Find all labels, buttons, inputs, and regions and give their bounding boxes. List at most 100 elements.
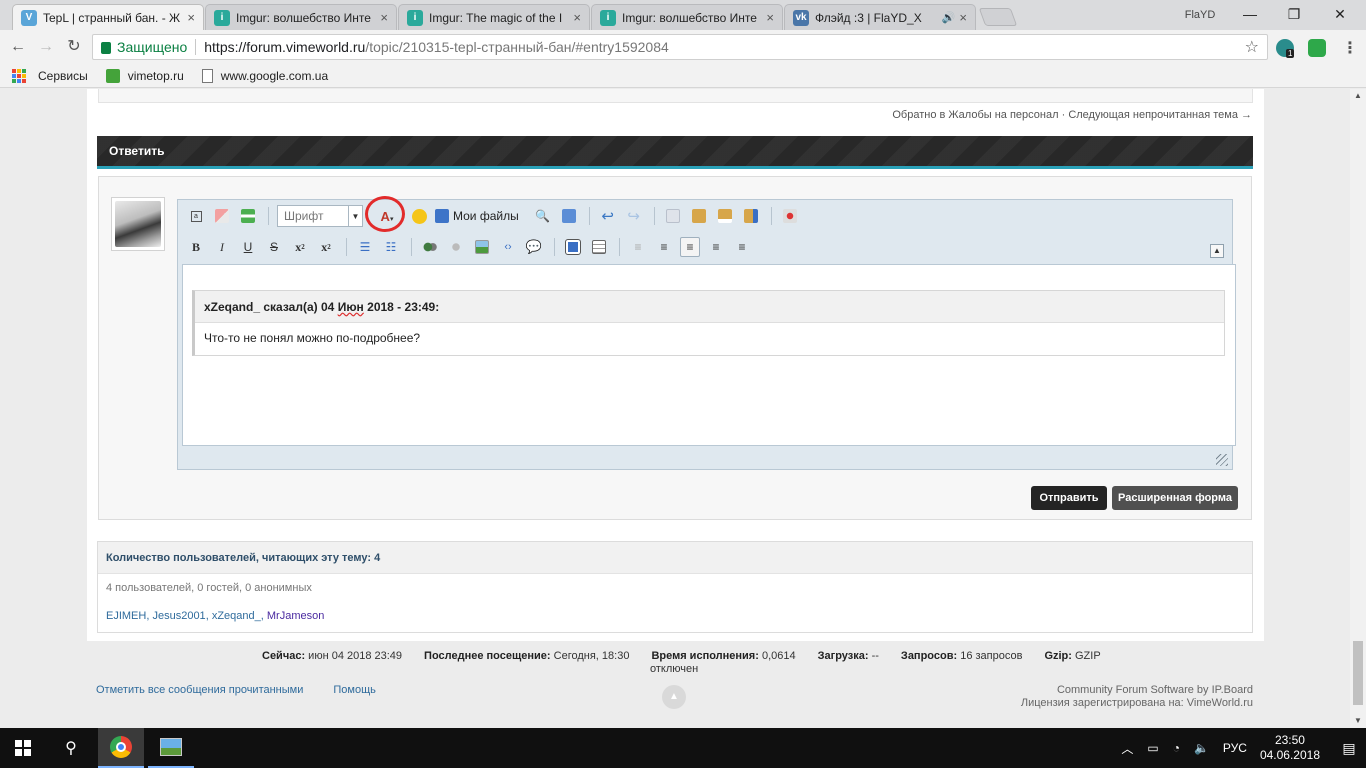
remove-format-icon[interactable] [780,206,800,226]
software-credit[interactable]: Community Forum Software by IP.Board [1021,684,1253,697]
align-right-icon[interactable]: ≡ [732,237,752,257]
my-files-button[interactable]: Мои файлы [435,209,519,223]
minimize-icon[interactable]: — [1230,4,1270,24]
outdent-icon[interactable]: ≡ [628,237,648,257]
url-host: https://forum.vimeworld.ru [204,39,366,55]
taskbar-image-viewer[interactable] [148,728,194,768]
scroll-to-top-icon[interactable]: ▲ [662,685,686,709]
notification-icon[interactable]: ▤ [1332,728,1366,768]
close-tab-icon[interactable]: × [573,10,581,25]
smiley-icon[interactable] [409,206,429,226]
tab-title: Imgur: волшебство Инте [622,10,757,25]
user-link[interactable]: xZeqand_ [212,610,261,622]
subscript-icon[interactable]: x2 [290,237,310,257]
restore-icon[interactable]: ❐ [1274,4,1314,24]
source-icon[interactable]: a [186,206,206,226]
tab-title: Imgur: The magic of the I [429,10,563,25]
paste-word-icon[interactable] [741,206,761,226]
tab-imgur-3[interactable]: i Imgur: волшебство Инте × [591,4,783,30]
close-tab-icon[interactable]: × [380,10,388,25]
unlink-icon[interactable] [446,237,466,257]
shield-icon[interactable] [1308,39,1326,57]
battery-icon[interactable]: ▭ [1147,741,1158,755]
close-tab-icon[interactable]: × [766,10,774,25]
spoiler-icon[interactable] [563,237,583,257]
user-link[interactable]: MrJameson [267,610,324,622]
user-link[interactable]: Jesus2001 [152,610,205,622]
menu-icon[interactable]: ⋮ [1342,38,1358,58]
tab-imgur-2[interactable]: i Imgur: The magic of the I × [398,4,590,30]
tray-chevron-icon[interactable]: ︿ [1121,740,1133,757]
taskbar-chrome[interactable] [98,728,144,768]
bookmark-star-icon[interactable]: ☆ [1245,37,1259,57]
close-tab-icon[interactable]: × [187,10,195,25]
bold-icon[interactable]: B [186,237,206,257]
new-tab-button[interactable] [978,8,1018,26]
tab-vk[interactable]: vk Флэйд :3 | FlaYD_X 🔊 × [784,4,976,30]
stat-label: Загрузка: [817,650,869,662]
close-window-icon[interactable]: ✕ [1320,4,1360,24]
scroll-thumb[interactable] [1353,641,1363,705]
advanced-form-button[interactable]: Расширенная форма [1112,486,1238,510]
close-tab-icon[interactable]: × [959,10,967,25]
help-link[interactable]: Помощь [333,684,376,696]
superscript-icon[interactable]: x2 [316,237,336,257]
copy-icon[interactable] [663,206,683,226]
indent-icon[interactable]: ≡ [654,237,674,257]
bullet-list-icon[interactable]: ☰ [355,237,375,257]
speaker-icon[interactable]: 🔊 [942,11,956,24]
paste-text-icon[interactable] [715,206,735,226]
search-icon[interactable]: ⚲ [48,728,94,768]
strikethrough-icon[interactable]: S [264,237,284,257]
reload-icon[interactable]: ↻ [64,37,84,57]
image-icon[interactable] [472,237,492,257]
clock[interactable]: 23:50 04.06.2018 [1260,733,1320,763]
back-icon[interactable]: ← [8,37,28,57]
scroll-down-icon[interactable]: ▼ [1350,714,1366,728]
paste-icon[interactable] [689,206,709,226]
align-left-icon[interactable]: ≡ [680,237,700,257]
undo-icon[interactable]: ↩ [598,206,618,226]
underline-icon[interactable]: U [238,237,258,257]
tab-tepl[interactable]: V TepL | странный бан. - Ж × [12,4,204,30]
align-center-icon[interactable]: ≡ [706,237,726,257]
link-icon[interactable] [420,237,440,257]
insert-row-icon[interactable] [238,206,258,226]
scroll-up-icon[interactable]: ▲ [1350,89,1366,103]
next-unread-link[interactable]: Следующая непрочитанная тема → [1068,109,1252,121]
font-select[interactable]: Шрифт ▼ [277,205,363,227]
page-stats: Сейчас: июн 04 2018 23:49 Последнее посе… [262,650,1101,662]
code-icon[interactable]: ‹› [498,237,518,257]
insert-table-icon[interactable] [589,237,609,257]
wifi-icon[interactable]: ◔ [1173,741,1180,755]
italic-icon[interactable]: I [212,237,232,257]
editor-content-area[interactable]: xZeqand_ сказал(а) 04 Июн 2018 - 23:49: … [182,264,1236,446]
tab-title: Imgur: волшебство Инте [236,10,371,25]
user-link[interactable]: EJIMEH [106,610,146,622]
profile-name[interactable]: FlaYD [1168,6,1232,24]
redo-icon[interactable]: ↪ [624,206,644,226]
find-icon[interactable]: 🔍 [533,206,553,226]
omnibox[interactable]: Защищено https://forum.vimeworld.ru /top… [92,34,1268,60]
volume-icon[interactable]: 🔈 [1194,741,1209,755]
eraser-icon[interactable] [212,206,232,226]
quote-icon[interactable]: 💬 [524,237,544,257]
resize-handle-icon[interactable] [1216,454,1228,466]
bookmark-apps[interactable]: Сервисы [12,68,88,83]
numbered-list-icon[interactable]: ☷ [381,237,401,257]
send-button[interactable]: Отправить [1031,486,1107,510]
text-color-button[interactable]: A▾ [365,196,405,232]
windows-start-icon[interactable] [0,728,46,768]
replace-icon[interactable] [559,206,579,226]
forward-icon[interactable]: → [36,37,56,57]
tab-imgur-1[interactable]: i Imgur: волшебство Инте × [205,4,397,30]
mark-all-read-link[interactable]: Отметить все сообщения прочитанными [96,684,303,696]
language-indicator[interactable]: РУС [1223,741,1247,755]
bookmark-google[interactable]: www.google.com.ua [201,68,328,83]
bookmark-vimetop[interactable]: vimetop.ru [105,68,184,83]
chrome-icon [110,736,132,758]
extension-icon[interactable]: 1 [1276,39,1295,58]
back-to-section-link[interactable]: Обратно в Жалобы на персонал [892,109,1058,121]
collapse-toolbar-icon[interactable]: ▲ [1210,244,1224,258]
page-scrollbar[interactable]: ▲ ▼ [1350,89,1366,728]
